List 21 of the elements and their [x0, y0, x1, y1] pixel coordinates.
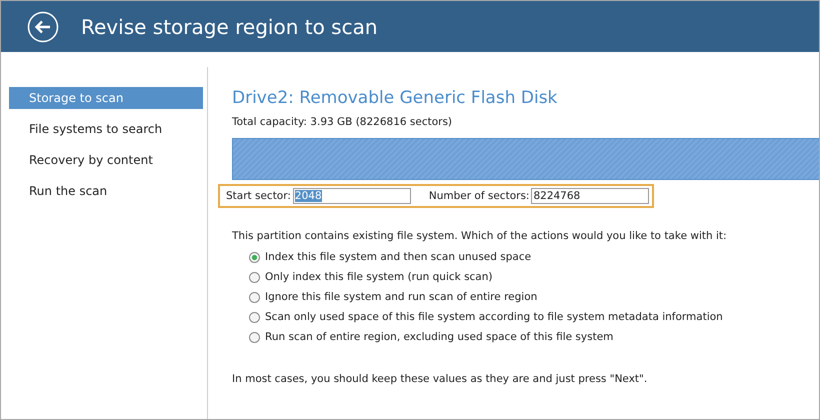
radio-button[interactable]	[249, 312, 260, 322]
sidebar-item[interactable]: File systems to search	[9, 118, 203, 140]
option-label[interactable]: Scan only used space of this file system according to file system metadata information	[265, 311, 723, 323]
hint-text: In most cases, you should keep these values as they are and just press "Next".	[232, 373, 648, 385]
sidebar-item[interactable]: Recovery by content	[9, 149, 203, 171]
drive-title: Drive2: Removable Generic Flash Disk	[232, 88, 558, 108]
radio-button[interactable]	[249, 292, 260, 302]
radio-button[interactable]	[249, 332, 260, 342]
radio-button[interactable]	[249, 272, 260, 282]
capacity-text: Total capacity: 3.93 GB (8226816 sectors)	[232, 116, 454, 128]
sector-count-label: Number of sectors:	[428, 190, 530, 202]
question-text: This partition contains existing file system. Which of the actions would you like to take with it:	[232, 230, 728, 242]
radio-button[interactable]	[249, 252, 260, 262]
option-label[interactable]: Index this file system and then scan unused space	[265, 251, 532, 263]
option-label[interactable]: Ignore this file system and run scan of entire region	[265, 291, 538, 303]
window-title: Revise storage region to scan	[81, 14, 378, 38]
option-label[interactable]: Only index this file system (run quick scan)	[265, 271, 492, 283]
sidebar-item[interactable]: Run the scan	[9, 180, 203, 202]
option-label[interactable]: Run scan of entire region, excluding used space of this file system	[265, 331, 614, 343]
sector-count-field[interactable]: 8224768	[531, 188, 650, 204]
start-sector-label: Start sector:	[226, 190, 291, 202]
